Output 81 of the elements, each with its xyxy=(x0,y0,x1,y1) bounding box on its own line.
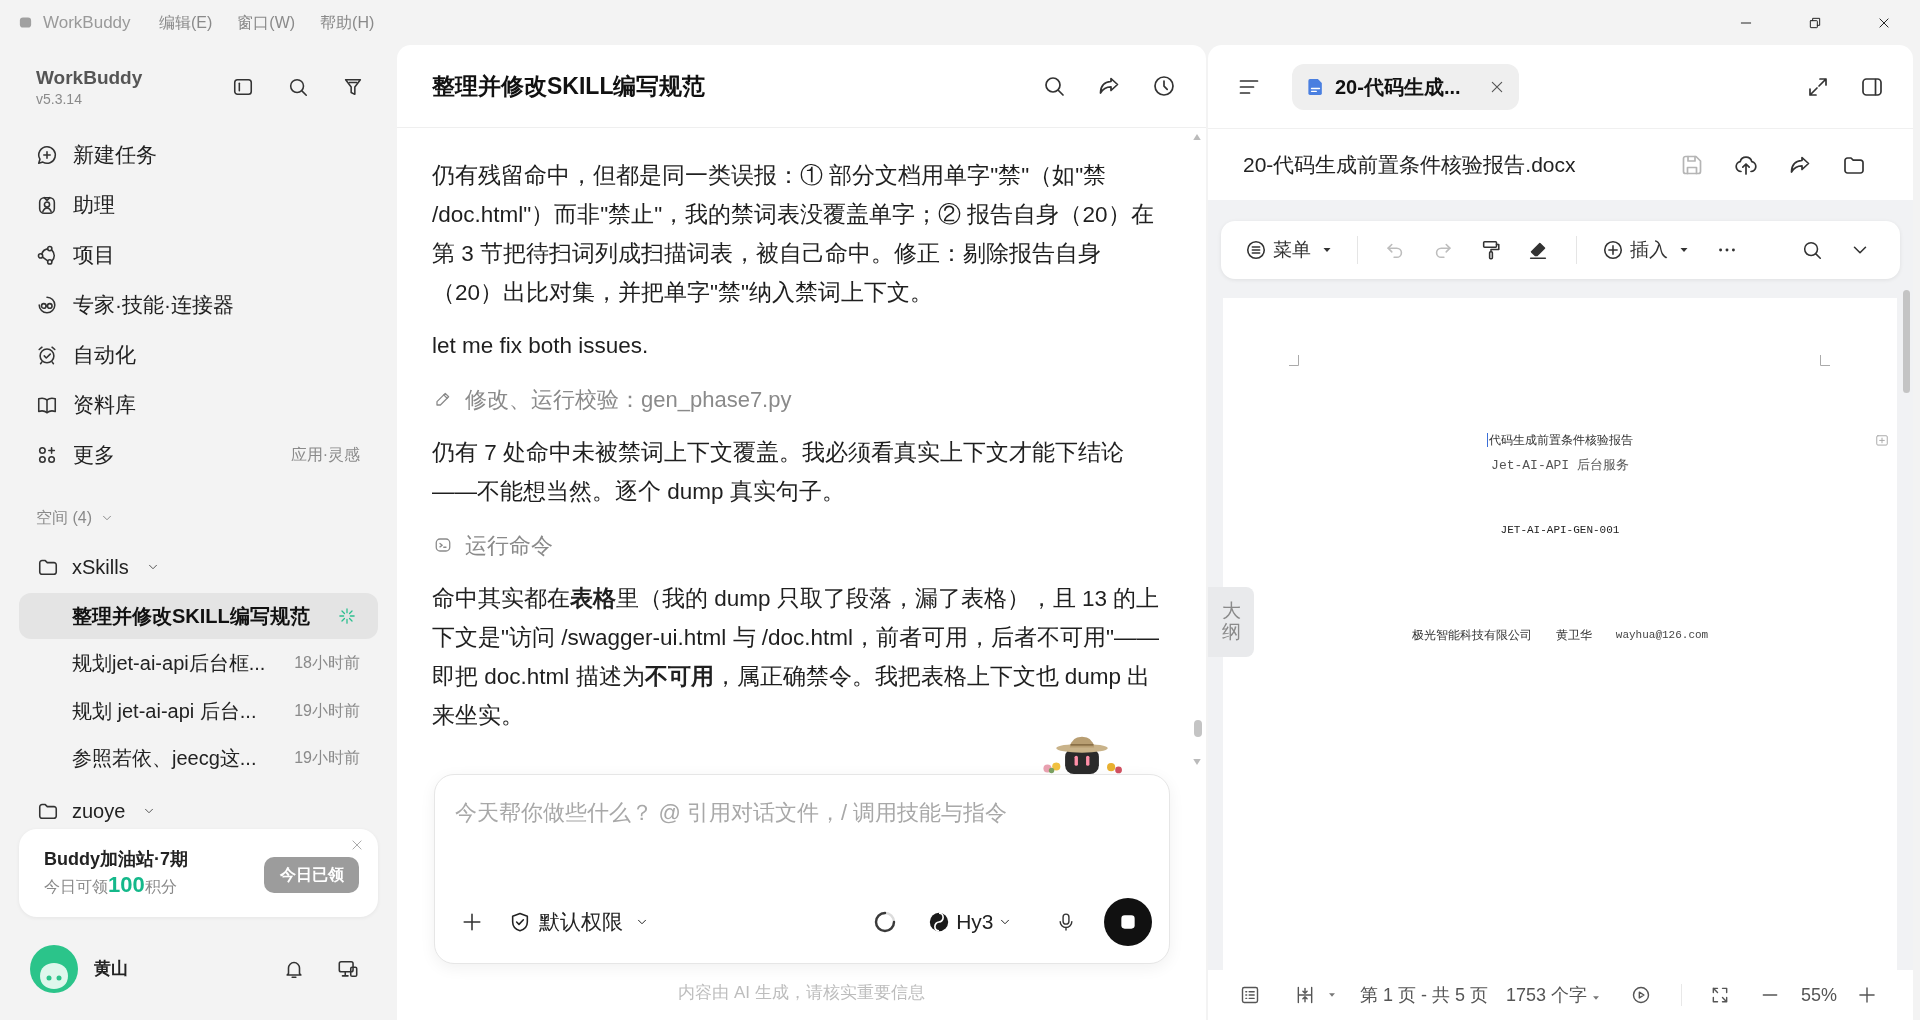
message-text: 仍有残留命中，但都是同一类误报：① 部分文档用单字"禁"（如"禁 /doc.html"）而非"禁止"，我的禁词表没覆盖单字；② 报告自身（20）在第 3 节把待扫词列成扫描词表，被自己命中。修正：剔除报告自身（20）出比对集，并把单字"禁"纳入禁词上下文。 xyxy=(432,162,1155,307)
document-tab[interactable]: 20-代码生成... xyxy=(1292,63,1519,110)
company-name: 极光智能科技有限公司 xyxy=(1411,627,1532,643)
corner-mark-icon xyxy=(1820,355,1830,366)
page-title: 代码生成前置条件核验报告 xyxy=(1489,432,1634,448)
app-logo-icon xyxy=(18,15,33,30)
model-dropdown[interactable]: Hy3 xyxy=(928,906,1012,938)
email-text: wayhua@126.com xyxy=(1615,628,1709,643)
task-time: 18小时前 xyxy=(294,653,360,674)
task-time: 19小时前 xyxy=(294,700,360,721)
task-time: 19小时前 xyxy=(294,748,360,769)
play-icon[interactable] xyxy=(1631,985,1652,1005)
sidebar-toggle-icon[interactable] xyxy=(232,76,254,98)
apps-icon xyxy=(36,444,58,466)
nav-hint: 应用·灵感 xyxy=(290,445,360,465)
composer-panel[interactable]: 今天帮你做些什么？ @ 引用对话文件，/ 调用技能与指令 默认权限 Hy3 xyxy=(433,774,1170,964)
scrollbar-thumb[interactable] xyxy=(1903,290,1910,393)
list-circle-icon xyxy=(1245,239,1267,261)
app-title: WorkBuddy xyxy=(36,66,143,90)
message-text: 仍有 7 处命中未被禁词上下文覆盖。我必须看真实上下文才能下结论——不能想当然。逐个 dump 真实句子。 xyxy=(432,439,1126,506)
message-text: let me fix both issues. xyxy=(432,332,650,360)
page-fit-dropdown[interactable] xyxy=(1295,985,1337,1005)
message-input[interactable]: 今天帮你做些什么？ @ 引用对话文件，/ 调用技能与指令 xyxy=(434,775,1169,875)
loading-spinner-icon xyxy=(873,910,898,934)
glasses-circle-icon xyxy=(36,294,58,316)
chat-title: 整理并修改SKILL编写规范 xyxy=(432,71,706,101)
outline-list-icon[interactable] xyxy=(1240,985,1260,1005)
scrollbar-thumb[interactable] xyxy=(1194,720,1202,737)
nav-item[interactable]: 项目 xyxy=(36,241,115,269)
promo-title: Buddy加油站·7期 xyxy=(44,848,188,871)
close-icon[interactable] xyxy=(1877,15,1891,30)
disclaimer-text: 内容由 AI 生成，请核实重要信息 xyxy=(678,982,925,1004)
file-name: 20-代码生成前置条件核验报告.docx xyxy=(1243,151,1576,178)
page-subtitle: Jet-AI-API 后台服务 xyxy=(1491,457,1629,475)
filter-icon[interactable] xyxy=(342,76,364,98)
zoom-level: 55% xyxy=(1801,983,1838,1007)
chat-plus-icon xyxy=(36,144,58,166)
search-icon[interactable] xyxy=(1042,74,1066,98)
nav-item[interactable]: 资料库 xyxy=(36,391,136,419)
task-item[interactable]: 参照若依、jeecg这... 19小时前 xyxy=(19,735,378,781)
insert-dropdown[interactable]: 插入 xyxy=(1602,235,1690,265)
person-badge-icon xyxy=(36,194,58,216)
fit-page-icon xyxy=(1295,985,1315,1005)
zoom-in-icon[interactable] xyxy=(1857,985,1878,1005)
book-icon xyxy=(36,394,58,416)
version-label: v5.3.14 xyxy=(36,90,83,108)
plus-circle-icon xyxy=(1602,239,1624,261)
document-number: JET-AI-API-GEN-001 xyxy=(1500,523,1620,537)
nav-item[interactable]: 新建任务 xyxy=(36,141,157,169)
search-icon[interactable] xyxy=(287,76,309,98)
terminal-icon xyxy=(434,536,452,554)
corner-mark-icon xyxy=(1289,355,1299,366)
author-name: 黄卫华 xyxy=(1555,627,1592,643)
task-item[interactable]: 规划 jet-ai-api 后台... 19小时前 xyxy=(19,688,378,734)
menu-dropdown[interactable]: 菜单 xyxy=(1245,235,1333,265)
model-logo-icon xyxy=(928,911,951,933)
nav-item[interactable]: 更多 xyxy=(36,441,115,469)
search-icon[interactable] xyxy=(1801,239,1823,261)
stop-icon xyxy=(1119,914,1136,930)
folder-item[interactable]: xSkills xyxy=(37,552,160,582)
restore-icon[interactable] xyxy=(1808,15,1822,30)
alarm-clock-icon xyxy=(36,344,58,366)
message-text: 命中其实都在表格里（我的 dump 只取了段落，漏了表格），且 13 的上下文是"访问 /swagger-ui.html 与 /doc.html，前者可用，后者不可用"——即把 doc.html 描述为不可用，属正确禁令。我把表格上下文也 dump 出来坐实。 xyxy=(432,585,1161,730)
pencil-icon xyxy=(434,390,452,408)
permission-dropdown[interactable]: 默认权限 xyxy=(508,906,649,938)
task-item[interactable]: 规划jet-ai-api后台框... 18小时前 xyxy=(19,640,378,686)
nodes-icon xyxy=(36,244,58,266)
task-item[interactable]: 整理并修改SKILL编写规范 xyxy=(19,593,378,639)
folder-item[interactable]: zuoye xyxy=(37,796,157,826)
format-painter-icon[interactable] xyxy=(1480,239,1502,261)
word-count-dropdown[interactable]: 1753 个字 xyxy=(1506,981,1602,1009)
page-info: 第 1 页 - 共 5 页 xyxy=(1360,983,1489,1007)
reward-text: 今日可领100积分 xyxy=(44,872,178,899)
nav-item[interactable]: 助理 xyxy=(36,191,115,219)
app-name: WorkBuddy xyxy=(43,11,131,34)
text-cursor-icon xyxy=(1486,433,1489,447)
history-icon[interactable] xyxy=(1152,74,1176,98)
nav-item[interactable]: 自动化 xyxy=(36,341,136,369)
user-name: 黄山 xyxy=(94,957,128,980)
nav-item[interactable]: 专家·技能·连接器 xyxy=(36,291,234,319)
stop-button[interactable] xyxy=(1103,898,1152,946)
